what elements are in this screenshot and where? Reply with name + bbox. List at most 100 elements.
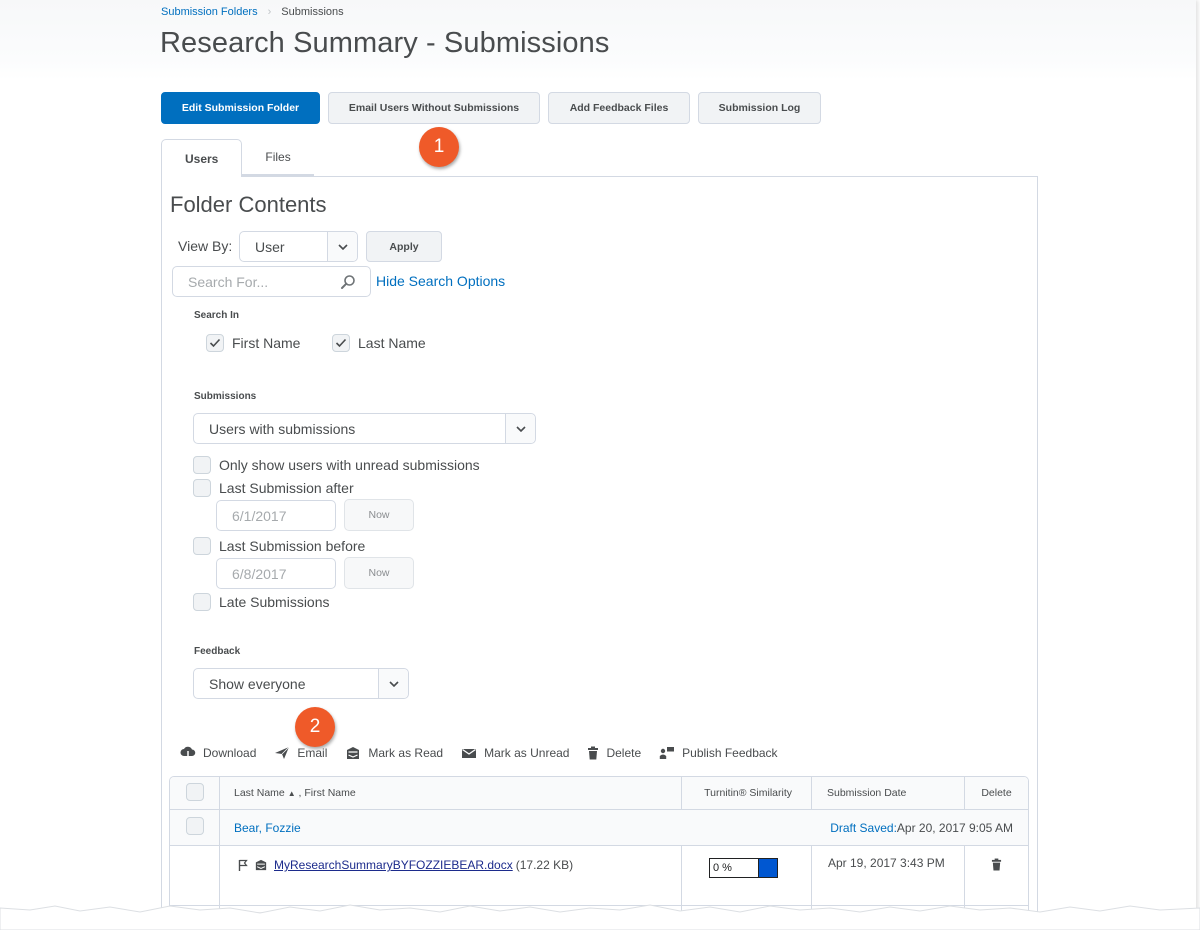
view-by-select[interactable]: User — [239, 231, 358, 262]
chevron-down-icon — [378, 669, 408, 698]
hide-search-options-link[interactable]: Hide Search Options — [376, 273, 505, 289]
publish-feedback-label: Publish Feedback — [682, 746, 778, 760]
mark-as-unread-button[interactable]: Mark as Unread — [461, 746, 569, 760]
search-in-label: Search In — [194, 310, 240, 321]
trash-icon — [588, 746, 599, 760]
edit-submission-folder-button[interactable]: Edit Submission Folder — [161, 92, 320, 124]
name-column-header[interactable]: Last Name ▲ , First Name — [220, 777, 682, 810]
delete-cell — [965, 846, 1028, 906]
breadcrumb-submission-folders[interactable]: Submission Folders — [161, 6, 258, 18]
after-date-input[interactable]: 6/1/2017 — [216, 500, 336, 531]
draft-saved-link[interactable]: Draft Saved: — [830, 821, 897, 835]
user-name-link[interactable]: Bear, Fozzie — [234, 821, 301, 835]
table-row: Bear, Fozzie Draft Saved:Apr 20, 2017 9:… — [170, 810, 1028, 846]
delete-button[interactable]: Delete — [587, 746, 641, 760]
download-button[interactable]: Download — [180, 746, 256, 760]
torn-edge-decoration — [0, 904, 1200, 930]
mark-as-read-button[interactable]: Mark as Read — [345, 746, 443, 760]
apply-button[interactable]: Apply — [366, 231, 442, 262]
before-now-button[interactable]: Now — [344, 557, 414, 589]
unread-only-checkbox[interactable] — [193, 456, 211, 474]
file-row-spacer — [170, 846, 220, 906]
callout-badge-1: 1 — [419, 127, 459, 167]
submission-date-column-header[interactable]: Submission Date — [812, 777, 965, 810]
table-header-row: Last Name ▲ , First Name Turnitin® Simil… — [170, 777, 1028, 810]
breadcrumb-separator-icon: › — [267, 6, 272, 18]
last-submission-before-checkbox[interactable] — [193, 537, 211, 555]
add-feedback-files-button[interactable]: Add Feedback Files — [548, 92, 690, 124]
delete-column-header: Delete — [965, 777, 1028, 810]
chevron-down-icon — [327, 232, 357, 261]
draft-saved-date: Apr 20, 2017 9:05 AM — [896, 820, 1013, 835]
page-title: Research Summary - Submissions — [160, 27, 610, 59]
table-row: MyResearchSummaryBYFOZZIEBEAR.docx (17.2… — [170, 846, 1028, 906]
mark-read-icon — [347, 747, 360, 759]
row-select-cell — [170, 810, 220, 846]
after-date-value: 6/1/2017 — [232, 507, 287, 524]
chevron-down-icon — [505, 414, 535, 443]
delete-label: Delete — [606, 746, 642, 760]
file-link[interactable]: MyResearchSummaryBYFOZZIEBEAR.docx — [274, 858, 513, 872]
last-name-checkbox[interactable] — [332, 334, 350, 352]
publish-feedback-button[interactable]: Publish Feedback — [659, 746, 778, 760]
similarity-cell: 0 % — [682, 846, 812, 906]
search-input[interactable]: Search For... — [172, 266, 371, 297]
submissions-label: Submissions — [194, 391, 257, 402]
page: Submission Folders › Submissions Researc… — [0, 0, 1196, 912]
mark-unread-icon — [462, 748, 477, 758]
select-all-checkbox[interactable] — [185, 782, 204, 801]
publish-feedback-icon — [659, 747, 675, 759]
before-date-value: 6/8/2017 — [232, 565, 287, 582]
breadcrumb: Submission Folders › Submissions — [161, 6, 344, 18]
search-icon[interactable] — [340, 274, 370, 290]
mark-as-read-label: Mark as Read — [368, 746, 444, 760]
select-all-cell — [170, 777, 220, 810]
last-submission-after-label: Last Submission after — [219, 480, 354, 496]
tab-files[interactable]: Files — [242, 139, 314, 176]
tab-bar: Users Files — [161, 139, 314, 177]
email-button[interactable]: Email — [274, 746, 327, 760]
similarity-percent: 0 % — [710, 859, 759, 877]
submission-log-button[interactable]: Submission Log — [698, 92, 821, 124]
flag-icon[interactable] — [238, 859, 248, 871]
trash-icon[interactable] — [991, 858, 1002, 871]
mark-as-unread-label: Mark as Unread — [484, 746, 570, 760]
user-name-cell: Bear, Fozzie — [220, 810, 812, 846]
similarity-report[interactable]: 0 % — [709, 858, 778, 878]
submissions-select[interactable]: Users with submissions — [193, 413, 536, 444]
submissions-toolbar: Download Email Mark as Read Mark as Unre… — [180, 746, 796, 760]
submissions-table: Last Name ▲ , First Name Turnitin® Simil… — [169, 776, 1029, 912]
search-placeholder: Search For... — [188, 273, 269, 290]
draft-saved-cell: Draft Saved:Apr 20, 2017 9:05 AM — [812, 810, 1028, 846]
first-name-sort-link[interactable]: , First Name — [299, 787, 356, 799]
sort-ascending-icon: ▲ — [287, 789, 296, 798]
email-users-without-submissions-button[interactable]: Email Users Without Submissions — [328, 92, 540, 124]
callout-badge-2: 2 — [295, 707, 335, 747]
email-send-icon — [275, 746, 290, 759]
download-icon — [180, 746, 196, 760]
file-cell: MyResearchSummaryBYFOZZIEBEAR.docx (17.2… — [220, 846, 682, 906]
last-name-sort-link[interactable]: Last Name — [234, 787, 285, 799]
row-select-checkbox[interactable] — [185, 817, 204, 835]
mark-read-icon — [255, 859, 267, 871]
similarity-color-indicator — [759, 859, 777, 877]
last-name-option: Last Name — [332, 334, 426, 352]
late-submissions-checkbox[interactable] — [193, 593, 211, 611]
submission-date-cell: Apr 19, 2017 3:43 PM — [812, 846, 965, 906]
view-by-value: User — [255, 238, 285, 255]
feedback-select[interactable]: Show everyone — [193, 668, 409, 699]
first-name-checkbox[interactable] — [206, 334, 224, 352]
last-submission-before-label: Last Submission before — [219, 538, 366, 554]
view-by-label: View By: — [178, 238, 233, 254]
feedback-label: Feedback — [194, 646, 241, 657]
first-name-option: First Name — [206, 334, 300, 352]
tab-users[interactable]: Users — [161, 139, 243, 177]
last-submission-after-checkbox[interactable] — [193, 479, 211, 497]
before-date-input[interactable]: 6/8/2017 — [216, 558, 336, 589]
last-name-label: Last Name — [358, 335, 426, 351]
after-now-button[interactable]: Now — [344, 499, 414, 531]
unread-only-label: Only show users with unread submissions — [219, 457, 480, 473]
similarity-column-header: Turnitin® Similarity — [682, 777, 812, 810]
last-submission-before-option: Last Submission before — [193, 537, 365, 555]
unread-only-option: Only show users with unread submissions — [193, 456, 480, 474]
